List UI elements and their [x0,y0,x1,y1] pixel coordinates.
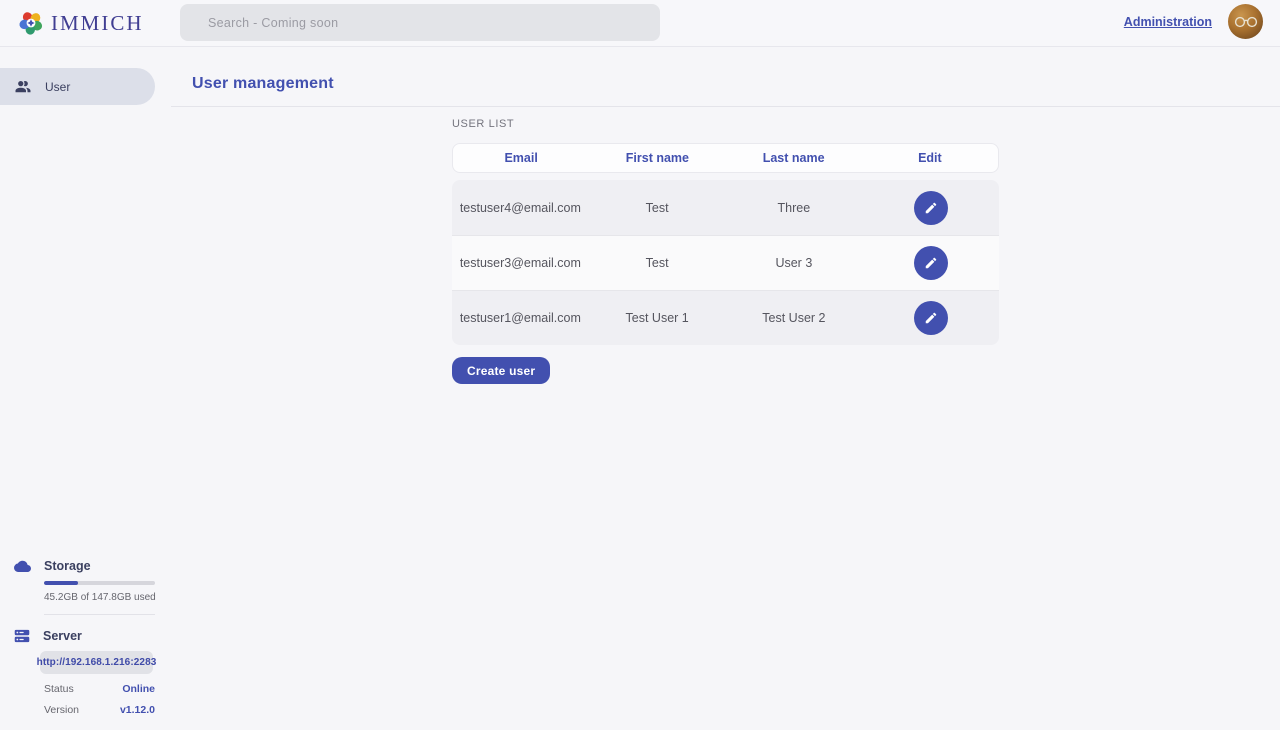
server-version-row: Version v1.12.0 [44,704,155,716]
server-url-badge: http://192.168.1.216:2283 [40,651,153,674]
server-icon [14,629,30,643]
cell-edit [862,246,999,280]
sidebar: User Storage 45.2GB of 147.8GB used [0,47,171,730]
footer-divider [44,614,155,615]
cell-last-name: Three [726,201,863,215]
brand-title: IMMICH [51,11,144,36]
server-title: Server [43,629,82,643]
table-body: testuser4@email.com Test Three testuser3… [452,180,999,345]
header-email: Email [453,151,589,165]
top-navbar: IMMICH Administration [0,0,1280,47]
immich-flower-icon [18,10,44,36]
immich-logo[interactable]: IMMICH [18,6,144,40]
server-status-row: Status Online [44,683,155,695]
storage-progress-bar [44,581,155,585]
create-user-button[interactable]: Create user [452,357,550,384]
cell-first-name: Test [589,201,726,215]
pencil-icon [924,256,938,270]
cell-edit [862,191,999,225]
cell-email: testuser3@email.com [452,256,589,270]
page-title: User management [192,75,334,93]
storage-header: Storage [0,559,171,573]
sidebar-item-label: User [45,80,70,94]
cell-email: testuser1@email.com [452,311,589,325]
cell-last-name: Test User 2 [726,311,863,325]
cell-edit [862,301,999,335]
storage-title: Storage [44,559,91,573]
storage-progress-fill [44,581,78,585]
user-list-section: USER LIST Email First name Last name Edi… [452,118,999,384]
table-header: Email First name Last name Edit [452,143,999,173]
version-value: v1.12.0 [120,704,155,716]
table-row: testuser4@email.com Test Three [452,180,999,235]
glasses-icon [1234,16,1258,28]
search-input[interactable] [180,4,660,41]
pencil-icon [924,311,938,325]
table-row: testuser1@email.com Test User 1 Test Use… [452,290,999,345]
user-avatar[interactable] [1228,4,1263,39]
storage-usage-text: 45.2GB of 147.8GB used [44,592,171,603]
edit-user-button[interactable] [914,246,948,280]
header-edit: Edit [862,151,998,165]
pencil-icon [924,201,938,215]
cell-last-name: User 3 [726,256,863,270]
status-label: Status [44,683,74,695]
sidebar-item-user[interactable]: User [0,68,155,105]
users-icon [14,78,32,96]
section-label: USER LIST [452,118,999,131]
title-divider [171,106,1280,107]
cell-email: testuser4@email.com [452,201,589,215]
server-header: Server [0,629,171,643]
sidebar-footer: Storage 45.2GB of 147.8GB used Server ht… [0,559,171,730]
table-row: testuser3@email.com Test User 3 [452,235,999,290]
cell-first-name: Test [589,256,726,270]
cloud-icon [14,560,31,572]
cell-first-name: Test User 1 [589,311,726,325]
administration-link[interactable]: Administration [1124,15,1212,29]
edit-user-button[interactable] [914,301,948,335]
main-panel: User management USER LIST Email First na… [171,47,1280,730]
edit-user-button[interactable] [914,191,948,225]
header-last-name: Last name [726,151,862,165]
status-value: Online [122,683,155,695]
header-first-name: First name [589,151,725,165]
version-label: Version [44,704,79,716]
